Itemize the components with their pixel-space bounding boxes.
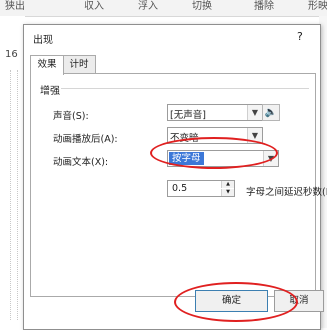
- chevron-down-icon[interactable]: ▼: [263, 151, 278, 166]
- dialog-title: 出现: [33, 35, 53, 46]
- ribbon-tab-1[interactable]: 狭出: [5, 0, 25, 12]
- animate-text-label: 动画文本(X):: [53, 157, 109, 168]
- tab-effect[interactable]: 效果: [30, 55, 64, 75]
- dialog-titlebar[interactable]: 出现 ?: [24, 25, 320, 49]
- spin-up-icon[interactable]: ▲: [221, 181, 234, 188]
- chevron-down-icon[interactable]: ▼: [247, 128, 262, 143]
- after-animation-select[interactable]: 不变暗 ▼: [167, 127, 263, 144]
- group-enhancements: 增强: [40, 86, 60, 97]
- ruler-marker: 16: [5, 49, 18, 60]
- after-animation-label: 动画播放后(A):: [53, 134, 118, 145]
- ribbon-strip: 狭出 収入 浮入 切换 播除 形映: [0, 0, 327, 17]
- ribbon-tab-5[interactable]: 播除: [254, 0, 274, 12]
- sound-label: 声音(S):: [53, 111, 89, 122]
- tab-timing[interactable]: 计时: [62, 55, 96, 74]
- dialog-tabs: 效果 计时: [30, 55, 314, 75]
- ribbon-tab-4[interactable]: 切换: [192, 0, 212, 12]
- spin-down-icon[interactable]: ▼: [221, 189, 234, 196]
- help-button[interactable]: ?: [297, 30, 303, 43]
- cancel-button[interactable]: 取消: [274, 290, 324, 312]
- speaker-icon[interactable]: 🔈: [262, 104, 280, 121]
- sound-select[interactable]: [无声音] ▼: [167, 104, 263, 121]
- ok-button[interactable]: 确定: [195, 290, 268, 312]
- animate-text-select[interactable]: 按字母 ▼: [167, 150, 279, 167]
- ribbon-tab-6[interactable]: 形映: [308, 0, 327, 12]
- sound-value: [无声音]: [170, 110, 206, 121]
- letter-delay-spinner[interactable]: 0.5 ▲ ▼: [167, 180, 235, 197]
- letter-delay-label: 字母之间延迟秒数(D): [246, 187, 327, 198]
- chevron-down-icon[interactable]: ▼: [247, 105, 262, 120]
- letter-delay-value[interactable]: 0.5: [172, 183, 187, 194]
- animation-effect-dialog: 出现 ? 效果 计时 增强 声音(S): [无声音] ▼ 动画播放后(A): 不…: [23, 24, 327, 330]
- group-divider: [61, 88, 309, 89]
- left-ruler: 16: [0, 16, 25, 328]
- animate-text-value: 按字母: [169, 152, 204, 165]
- ribbon-tab-2[interactable]: 収入: [84, 0, 104, 12]
- after-animation-value: 不变暗: [170, 133, 199, 144]
- ribbon-tab-3[interactable]: 浮入: [138, 0, 158, 12]
- guide-line: [17, 70, 19, 320]
- guide-line: [10, 70, 12, 320]
